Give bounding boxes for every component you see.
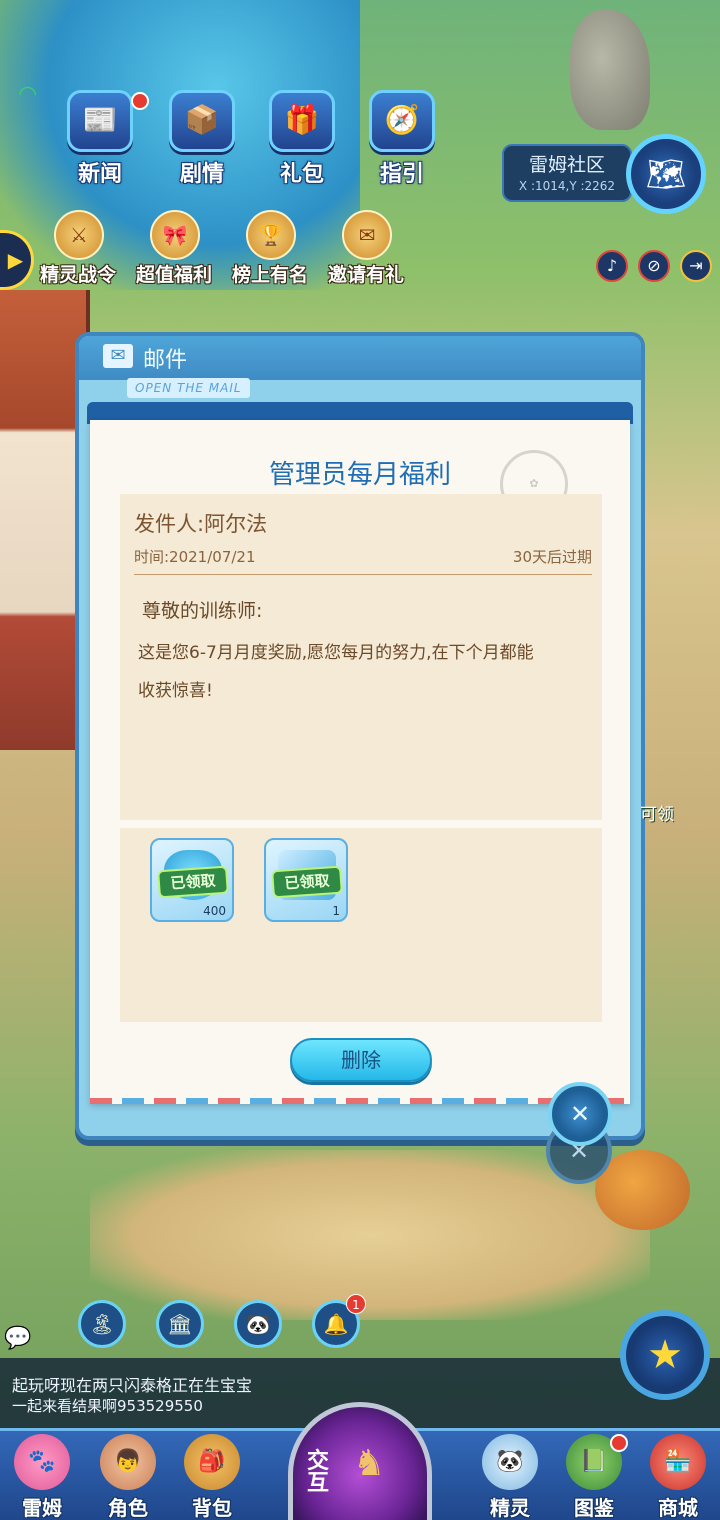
nav-shop-label: 商城: [658, 1496, 698, 1520]
chat-message-line: 一起来看结果啊953529550: [12, 1397, 203, 1415]
mail-greeting: 尊敬的训练师:: [142, 600, 263, 622]
quick-action-row: 🏝 🏛 🐼 🔔 1: [78, 1294, 398, 1350]
notification-dot: [131, 92, 149, 110]
story-label: 剧情: [179, 162, 224, 187]
nav-handbook[interactable]: 📗 图鉴: [554, 1430, 634, 1520]
guide-icon: 🧭: [369, 90, 435, 152]
star-wand-icon: ★: [647, 1332, 683, 1378]
reward-quantity: 1: [332, 904, 340, 918]
mail-time: 时间:2021/07/21: [134, 548, 256, 566]
location-badge[interactable]: 雷姆社区 X :1014,Y :2262: [502, 144, 632, 202]
claimed-stamp: 已领取: [157, 865, 229, 899]
reward-quantity: 400: [203, 904, 226, 918]
nav-shop[interactable]: 🏪 商城: [638, 1430, 718, 1520]
mail-expire: 30天后过期: [512, 548, 592, 566]
island-icon: 🏝: [89, 1312, 115, 1336]
play-icon: ▶: [7, 248, 24, 272]
open-mail-tag: OPEN THE MAIL: [127, 378, 250, 398]
battle-pass-label: 精灵战令: [39, 264, 116, 286]
backpack-icon: 🎒: [184, 1434, 240, 1490]
expand-icon[interactable]: ⇥: [680, 250, 712, 282]
status-icons: ♪ ⊘ ⇥: [596, 250, 716, 284]
delete-button[interactable]: 删除: [290, 1038, 432, 1082]
nav-backpack-label: 背包: [192, 1496, 232, 1520]
nav-character-label: 角色: [108, 1496, 148, 1520]
nav-spirit[interactable]: 🐼 精灵: [470, 1430, 550, 1520]
mail-message: 这是您6-7月月度奖励,愿您每月的努力,在下个月都能收获惊喜!: [138, 643, 534, 701]
spirit-icon: 🐼: [482, 1434, 538, 1490]
nav-leimu-label: 雷姆: [22, 1496, 62, 1520]
envelope-icon: ✉: [103, 344, 133, 368]
invite-button[interactable]: ✉ 邀请有礼: [318, 210, 414, 290]
reward-item[interactable]: 已领取 1: [264, 838, 348, 922]
invite-icon: ✉: [342, 210, 392, 260]
island-button[interactable]: 🏝: [78, 1300, 126, 1348]
ranking-trophy-icon: 🏆: [246, 210, 296, 260]
interact-label: 交互: [307, 1449, 330, 1496]
sound-off-icon[interactable]: ⊘: [638, 250, 670, 282]
nav-leimu[interactable]: 🐾 雷姆: [2, 1430, 82, 1520]
gift-pack-icon: 🎁: [269, 90, 335, 152]
gift-pack-button[interactable]: 🎁 礼包: [257, 90, 347, 190]
close-button[interactable]: ✕: [548, 1082, 612, 1146]
news-button[interactable]: 📰 新闻: [55, 90, 149, 190]
friends-icon: 🐼: [245, 1312, 271, 1336]
guild-button[interactable]: 🏛: [156, 1300, 204, 1348]
shop-icon: 🏪: [650, 1434, 706, 1490]
music-off-icon[interactable]: ♪: [596, 250, 628, 282]
location-name: 雷姆社区: [528, 154, 605, 176]
event-menu-row: ⚔ 精灵战令 🎀 超值福利 🏆 榜上有名 ✉ 邀请有礼: [30, 210, 430, 290]
welfare-label: 超值福利: [135, 264, 212, 286]
claimed-stamp: 已领取: [271, 865, 343, 899]
guide-label: 指引: [379, 162, 424, 187]
top-menu-row: 📰 新闻 📦 剧情 🎁 礼包 🧭 指引: [55, 90, 475, 190]
nav-spirit-label: 精灵: [490, 1496, 530, 1520]
notification-bell-icon: 🔔: [323, 1312, 349, 1336]
character-icon: 👦: [100, 1434, 156, 1490]
trophy-figure-icon: ♞: [353, 1443, 386, 1484]
leimu-icon: 🐾: [14, 1434, 70, 1490]
guild-icon: 🏛: [167, 1312, 193, 1336]
nav-character[interactable]: 👦 角色: [88, 1430, 168, 1520]
story-icon: 📦: [169, 90, 235, 152]
chat-bubble-icon[interactable]: 💬: [4, 1326, 31, 1351]
ranking-button[interactable]: 🏆 榜上有名: [222, 210, 318, 290]
star-wand-button[interactable]: ★: [620, 1310, 710, 1400]
chat-message-line: 起玩呀现在两只闪泰格正在生宝宝: [12, 1376, 253, 1395]
news-icon: 📰: [67, 90, 133, 152]
story-button[interactable]: 📦 剧情: [157, 90, 247, 190]
guide-button[interactable]: 🧭 指引: [357, 90, 447, 190]
notification-dot: [610, 1434, 628, 1452]
nav-backpack[interactable]: 🎒 背包: [172, 1430, 252, 1520]
location-coords: X :1014,Y :2262: [518, 179, 616, 193]
notification-badge: 1: [346, 1294, 366, 1314]
battle-pass-icon: ⚔: [54, 210, 104, 260]
wifi-icon: ◠: [18, 82, 38, 107]
background-rock: [570, 10, 650, 130]
reward-box: 已领取 400 已领取 1: [120, 828, 602, 1022]
news-label: 新闻: [77, 162, 122, 187]
mail-header: ✉ 邮件: [79, 336, 641, 380]
mail-sender: 发件人:阿尔法: [134, 512, 268, 536]
divider: [134, 574, 592, 575]
mail-body: 发件人:阿尔法 时间:2021/07/21 30天后过期 尊敬的训练师: 这是您…: [120, 494, 602, 820]
map-button[interactable]: 🗺: [626, 134, 706, 214]
claimable-label: 可领: [640, 805, 674, 825]
map-icon: 🗺: [645, 155, 687, 193]
mail-header-title: 邮件: [143, 348, 188, 373]
gift-pack-label: 礼包: [279, 162, 324, 187]
mail-letter: 管理员每月福利 ✿ 发件人:阿尔法 时间:2021/07/21 30天后过期 尊…: [90, 420, 630, 1104]
battle-pass-button[interactable]: ⚔ 精灵战令: [30, 210, 126, 290]
ranking-label: 榜上有名: [231, 264, 308, 286]
friends-button[interactable]: 🐼: [234, 1300, 282, 1348]
nav-handbook-label: 图鉴: [574, 1496, 614, 1520]
welfare-button[interactable]: 🎀 超值福利: [126, 210, 222, 290]
reward-item[interactable]: 已领取 400: [150, 838, 234, 922]
invite-label: 邀请有礼: [327, 264, 404, 286]
welfare-icon: 🎀: [150, 210, 200, 260]
